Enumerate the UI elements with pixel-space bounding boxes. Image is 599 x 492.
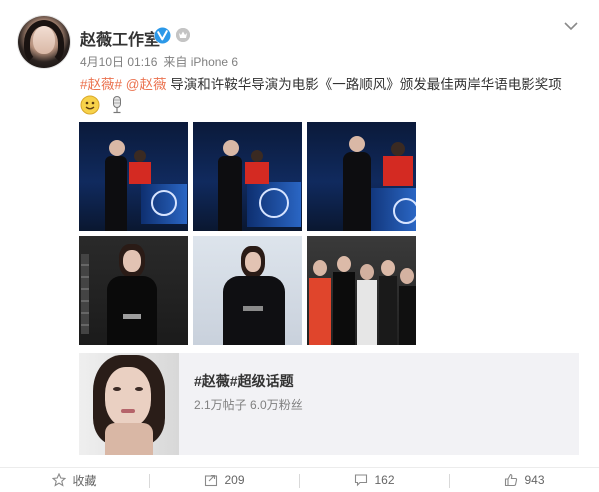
verified-icon: [154, 27, 171, 44]
post-meta: 4月10日 01:16 来自 iPhone 6: [80, 53, 244, 70]
user-name[interactable]: 赵薇工作室: [80, 26, 160, 50]
topic-stats: 2.1万帖子 6.0万粉丝: [194, 398, 303, 412]
topic-card[interactable]: #赵薇#超级话题 2.1万帖子 6.0万粉丝: [79, 353, 579, 455]
favorite-label: 收藏: [72, 473, 97, 488]
star-icon: [52, 473, 67, 487]
weibo-post: 赵薇工作室 4月10日 01:16 来自 iPhone 6 #赵薇# @赵薇 导演…: [0, 0, 599, 492]
thumbs-up-icon: [505, 473, 518, 487]
topic-thumbnail: [79, 353, 179, 455]
smile-emoji-icon: [80, 95, 100, 115]
post-date[interactable]: 4月10日 01:16: [80, 55, 157, 69]
microphone-emoji-icon: [113, 96, 122, 114]
like-button[interactable]: 943: [450, 468, 599, 492]
repost-icon: [205, 474, 218, 487]
photo-3[interactable]: [307, 122, 416, 231]
repost-button[interactable]: 209: [150, 468, 299, 492]
comment-button[interactable]: 162: [300, 468, 449, 492]
comment-count: 162: [374, 473, 395, 487]
member-icon[interactable]: [176, 28, 190, 42]
photo-2[interactable]: [193, 122, 302, 231]
photo-1[interactable]: [79, 122, 188, 231]
avatar-face: [33, 26, 55, 54]
post-text: #赵薇# @赵薇 导演和许鞍华导演为电影《一路顺风》颁发最佳两岸华语电影奖项: [80, 76, 590, 94]
chevron-down-icon[interactable]: [563, 20, 579, 32]
post-body: 导演和许鞍华导演为电影《一路顺风》颁发最佳两岸华语电影奖项: [166, 77, 562, 92]
photo-4[interactable]: [79, 236, 188, 345]
repost-count: 209: [224, 473, 245, 487]
photo-5[interactable]: [193, 236, 302, 345]
comment-icon: [355, 474, 368, 487]
like-count: 943: [524, 473, 545, 487]
emoji-row: [80, 95, 130, 117]
hashtag-link[interactable]: #赵薇#: [80, 77, 122, 92]
avatar[interactable]: [18, 16, 70, 68]
photo-6[interactable]: [307, 236, 416, 345]
topic-title[interactable]: #赵薇#超级话题: [194, 371, 294, 391]
favorite-button[interactable]: 收藏: [0, 468, 149, 492]
mention-link[interactable]: @赵薇: [126, 77, 167, 92]
post-source: 来自 iPhone 6: [163, 55, 239, 69]
action-bar: 收藏 209 162 943: [0, 467, 599, 492]
